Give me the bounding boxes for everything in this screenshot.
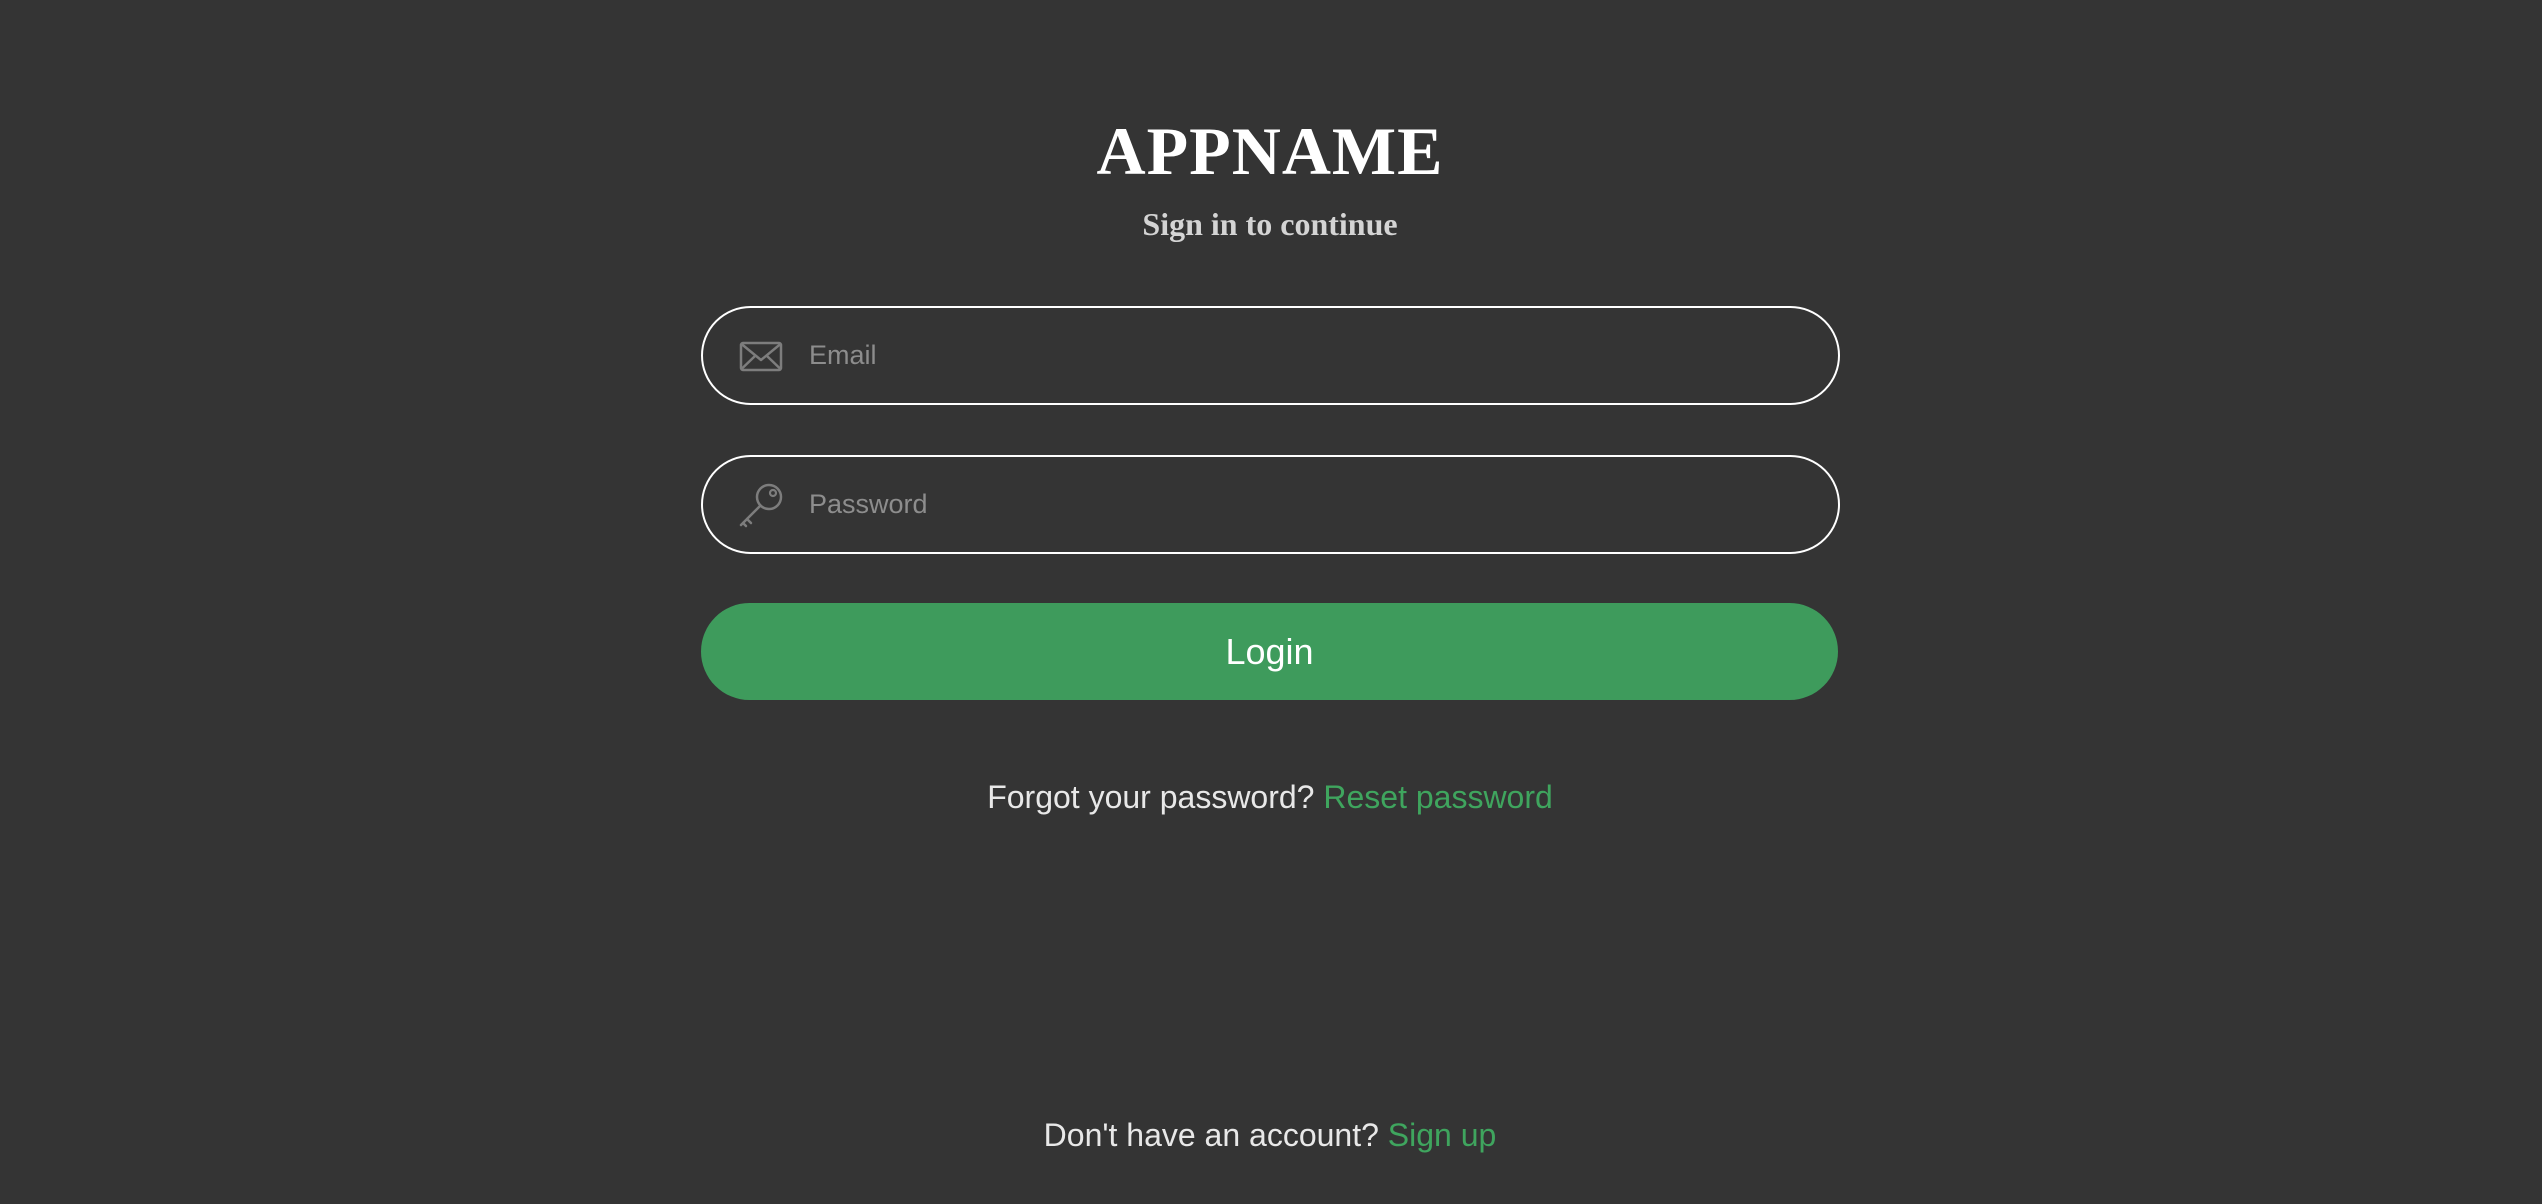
signup-prompt: Don't have an account? xyxy=(1043,1117,1379,1153)
password-placeholder: Password xyxy=(809,489,928,519)
app-title: APPNAME xyxy=(1096,113,1444,189)
envelope-icon xyxy=(735,330,787,382)
email-field[interactable]: Email xyxy=(701,306,1840,405)
key-icon xyxy=(735,479,787,531)
forgot-password-line: Forgot your password? Reset password xyxy=(0,777,2540,817)
sign-up-link[interactable]: Sign up xyxy=(1388,1117,1497,1153)
login-button[interactable]: Login xyxy=(701,603,1838,700)
password-field[interactable]: Password xyxy=(701,455,1840,554)
reset-password-link[interactable]: Reset password xyxy=(1323,779,1552,815)
signup-line: Don't have an account? Sign up xyxy=(0,1115,2540,1155)
sign-in-subtitle: Sign in to continue xyxy=(1142,206,1398,242)
forgot-password-prompt: Forgot your password? xyxy=(987,779,1315,815)
email-placeholder: Email xyxy=(809,340,877,370)
